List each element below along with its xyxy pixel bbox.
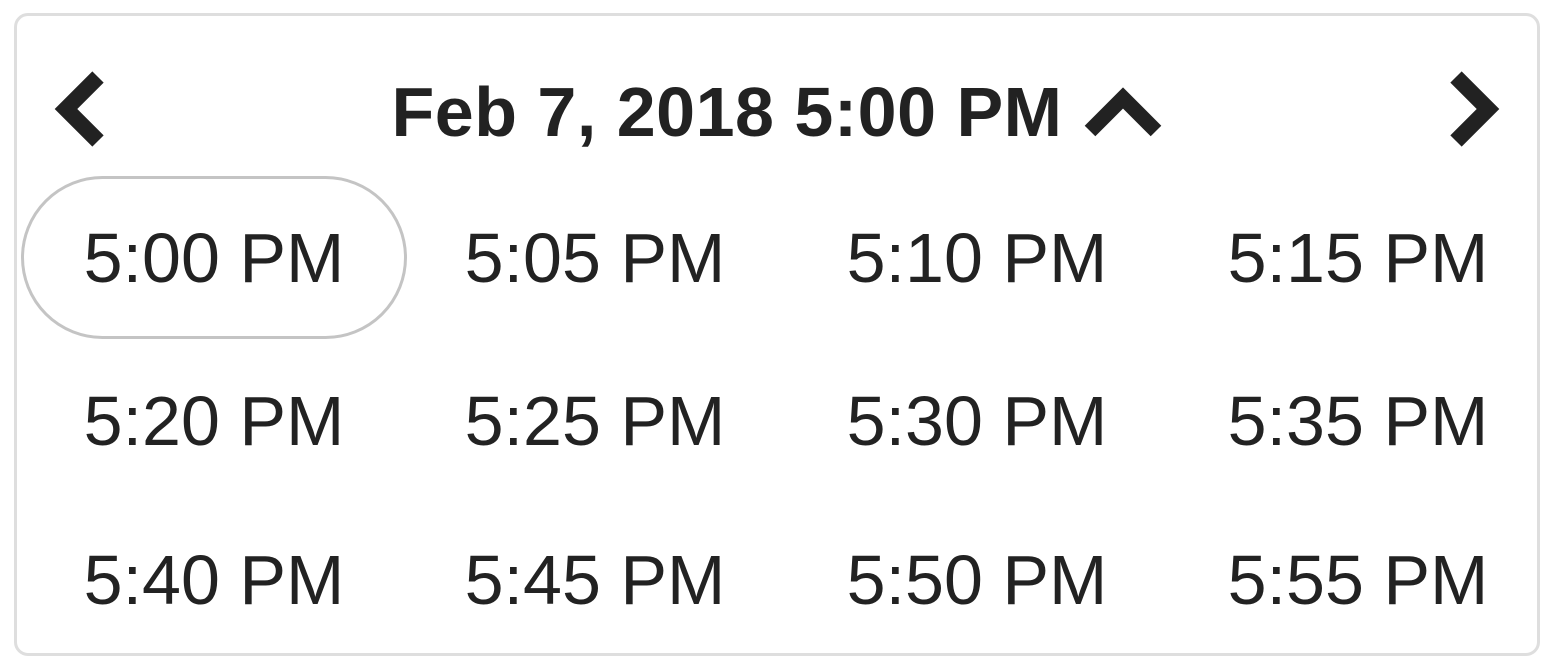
time-slot-label: 5:05 PM xyxy=(464,218,726,297)
time-slot-5-50-pm[interactable]: 5:50 PM xyxy=(784,498,1170,661)
time-slot-label: 5:00 PM xyxy=(83,218,345,297)
chevron-right-icon xyxy=(1450,71,1500,147)
time-slot-5-40-pm[interactable]: 5:40 PM xyxy=(21,498,407,661)
chevron-up-icon xyxy=(1084,87,1162,137)
time-slot-5-00-pm[interactable]: 5:00 PM xyxy=(21,176,407,339)
time-picker: Feb 7, 2018 5:00 PM 5:00 PM 5:05 PM 5:10… xyxy=(14,13,1540,656)
time-slot-5-20-pm[interactable]: 5:20 PM xyxy=(21,339,407,502)
time-slot-5-35-pm[interactable]: 5:35 PM xyxy=(1165,339,1551,502)
time-slot-label: 5:40 PM xyxy=(83,540,345,619)
time-slot-5-10-pm[interactable]: 5:10 PM xyxy=(784,176,1170,339)
time-slot-5-15-pm[interactable]: 5:15 PM xyxy=(1165,176,1551,339)
time-slot-label: 5:35 PM xyxy=(1227,381,1489,460)
current-datetime-title: Feb 7, 2018 5:00 PM xyxy=(391,73,1063,151)
time-slot-label: 5:15 PM xyxy=(1227,218,1489,297)
time-slot-label: 5:45 PM xyxy=(464,540,726,619)
header-toggle[interactable]: Feb 7, 2018 5:00 PM xyxy=(17,66,1537,158)
time-slot-5-55-pm[interactable]: 5:55 PM xyxy=(1165,498,1551,661)
time-slot-label: 5:30 PM xyxy=(846,381,1108,460)
time-slot-5-05-pm[interactable]: 5:05 PM xyxy=(402,176,788,339)
time-slot-label: 5:50 PM xyxy=(846,540,1108,619)
picker-header: Feb 7, 2018 5:00 PM xyxy=(17,16,1537,186)
time-slot-label: 5:20 PM xyxy=(83,381,345,460)
time-slot-grid: 5:00 PM 5:05 PM 5:10 PM 5:15 PM 5:20 PM … xyxy=(17,176,1537,659)
next-button[interactable] xyxy=(1437,66,1507,152)
time-slot-label: 5:10 PM xyxy=(846,218,1108,297)
time-slot-5-25-pm[interactable]: 5:25 PM xyxy=(402,339,788,502)
time-slot-label: 5:25 PM xyxy=(464,381,726,460)
time-slot-label: 5:55 PM xyxy=(1227,540,1489,619)
time-slot-5-30-pm[interactable]: 5:30 PM xyxy=(784,339,1170,502)
time-slot-5-45-pm[interactable]: 5:45 PM xyxy=(402,498,788,661)
